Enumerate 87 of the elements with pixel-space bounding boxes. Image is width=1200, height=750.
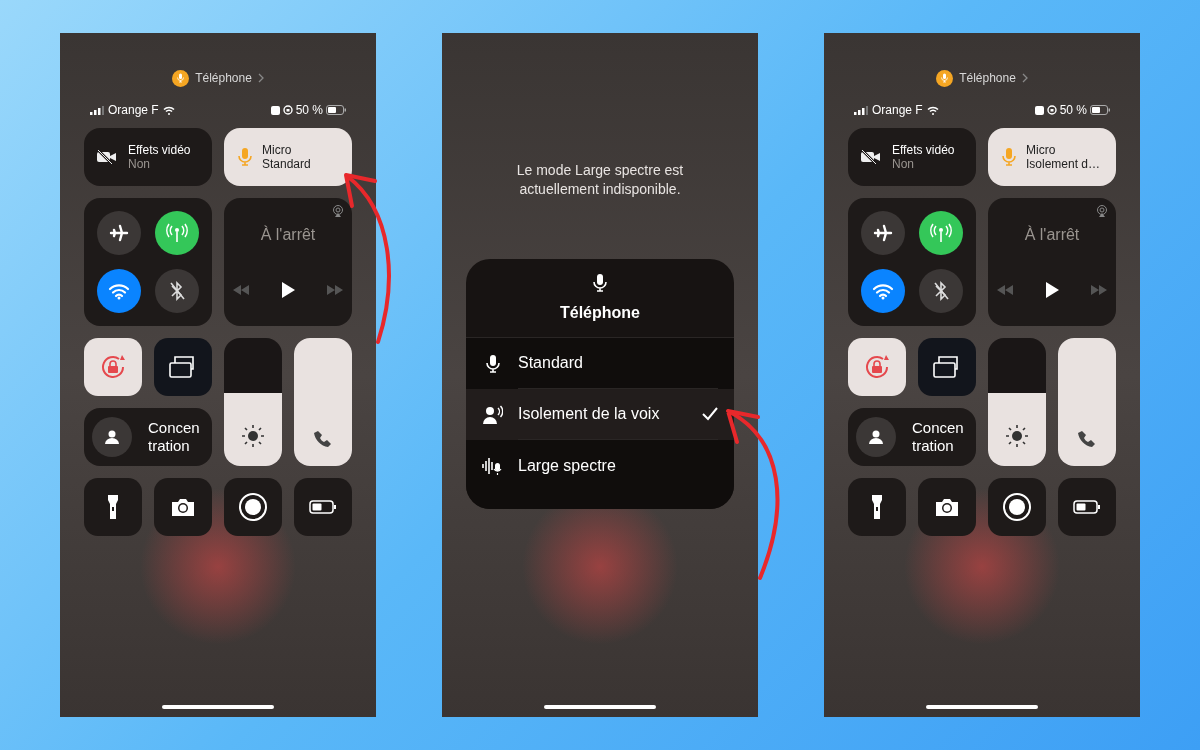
signal-icon bbox=[854, 105, 868, 115]
microphone-mode-button[interactable]: Micro Isolement d… bbox=[988, 128, 1116, 186]
wifi-status-icon bbox=[162, 105, 175, 115]
screen-mirroring-button[interactable] bbox=[918, 338, 976, 396]
menu-title: Téléphone bbox=[560, 303, 640, 323]
carrier-name: Orange F bbox=[872, 102, 923, 119]
screen-mirroring-button[interactable] bbox=[154, 338, 212, 396]
camera-button[interactable] bbox=[918, 478, 976, 536]
person-icon bbox=[856, 417, 896, 457]
screen-recording-button[interactable] bbox=[224, 478, 282, 536]
airplane-icon bbox=[109, 223, 129, 243]
microphone-indicator-icon bbox=[172, 69, 190, 87]
airplane-icon bbox=[873, 223, 893, 243]
waveform-microphone-icon bbox=[482, 455, 504, 476]
play-icon[interactable] bbox=[1045, 282, 1059, 298]
chevron-icon bbox=[1021, 73, 1028, 83]
wifi-status-icon bbox=[926, 105, 939, 115]
airplane-mode-button[interactable] bbox=[861, 211, 905, 255]
airplay-icon[interactable] bbox=[1096, 205, 1108, 217]
sun-icon bbox=[1005, 424, 1029, 448]
microphone-icon bbox=[1000, 147, 1018, 167]
camera-icon bbox=[170, 497, 196, 517]
battery-icon bbox=[1073, 500, 1101, 514]
bluetooth-button[interactable] bbox=[155, 269, 199, 313]
bluetooth-off-icon bbox=[931, 280, 951, 302]
antenna-icon bbox=[930, 222, 952, 244]
video-off-icon bbox=[96, 149, 118, 165]
focus-label: Concen tration bbox=[912, 419, 964, 455]
microphone-icon bbox=[591, 273, 609, 295]
screen-recording-button[interactable] bbox=[988, 478, 1046, 536]
microphone-indicator-icon bbox=[936, 69, 954, 87]
play-icon[interactable] bbox=[281, 282, 295, 298]
flashlight-icon bbox=[107, 494, 119, 520]
sun-icon bbox=[241, 424, 265, 448]
chevron-icon bbox=[257, 73, 264, 83]
microphone-mode-option[interactable]: Isolement de la voix bbox=[466, 389, 734, 440]
video-effects-button[interactable]: Effets vidéo Non bbox=[84, 128, 212, 186]
antenna-icon bbox=[166, 222, 188, 244]
cellular-data-button[interactable] bbox=[155, 211, 199, 255]
orientation-lock-button[interactable] bbox=[848, 338, 906, 396]
battery-status-icon bbox=[326, 105, 346, 115]
flashlight-icon bbox=[871, 494, 883, 520]
microphone-mode-option[interactable]: Large spectre bbox=[466, 440, 734, 491]
focus-button[interactable]: Concen tration bbox=[848, 408, 976, 466]
focus-label: Concen tration bbox=[148, 419, 200, 455]
wifi-icon bbox=[108, 282, 130, 300]
app-label[interactable]: Téléphone bbox=[959, 69, 1016, 87]
phone-icon bbox=[1078, 430, 1096, 448]
record-icon bbox=[238, 492, 268, 522]
battery-percentage: 50 % bbox=[1059, 102, 1087, 119]
brightness-slider[interactable] bbox=[988, 338, 1046, 466]
camera-icon bbox=[934, 497, 960, 517]
battery-percentage: 50 % bbox=[295, 102, 323, 119]
record-icon bbox=[1002, 492, 1032, 522]
checkmark-icon bbox=[702, 407, 718, 421]
unavailable-notice: Le mode Large spectre est actuellement indisponible. bbox=[515, 161, 685, 199]
battery-status-icon bbox=[1090, 105, 1110, 115]
low-power-mode-button[interactable] bbox=[294, 478, 352, 536]
app-label[interactable]: Téléphone bbox=[195, 69, 252, 87]
orientation-lock-button[interactable] bbox=[84, 338, 142, 396]
person-voice-icon bbox=[483, 404, 503, 425]
video-effects-button[interactable]: Effets vidéo Non bbox=[848, 128, 976, 186]
playback-status: À l'arrêt bbox=[260, 224, 316, 245]
bluetooth-button[interactable] bbox=[919, 269, 963, 313]
battery-icon bbox=[309, 500, 337, 514]
bluetooth-off-icon bbox=[167, 280, 187, 302]
camera-button[interactable] bbox=[154, 478, 212, 536]
video-off-icon bbox=[860, 149, 882, 165]
person-icon bbox=[92, 417, 132, 457]
carrier-name: Orange F bbox=[108, 102, 159, 119]
wifi-button[interactable] bbox=[97, 269, 141, 313]
wifi-button[interactable] bbox=[861, 269, 905, 313]
microphone-icon bbox=[236, 147, 254, 167]
phone-icon bbox=[314, 430, 332, 448]
signal-icon bbox=[90, 105, 104, 115]
wifi-icon bbox=[872, 282, 894, 300]
microphone-mode-button[interactable]: Micro Standard bbox=[224, 128, 352, 186]
microphone-icon bbox=[484, 353, 502, 374]
brightness-slider[interactable] bbox=[224, 338, 282, 466]
flashlight-button[interactable] bbox=[84, 478, 142, 536]
flashlight-button[interactable] bbox=[848, 478, 906, 536]
low-power-mode-button[interactable] bbox=[1058, 478, 1116, 536]
airplane-mode-button[interactable] bbox=[97, 211, 141, 255]
cellular-data-button[interactable] bbox=[919, 211, 963, 255]
airplay-icon[interactable] bbox=[332, 205, 344, 217]
playback-status: À l'arrêt bbox=[1024, 224, 1080, 245]
focus-button[interactable]: Concen tration bbox=[84, 408, 212, 466]
